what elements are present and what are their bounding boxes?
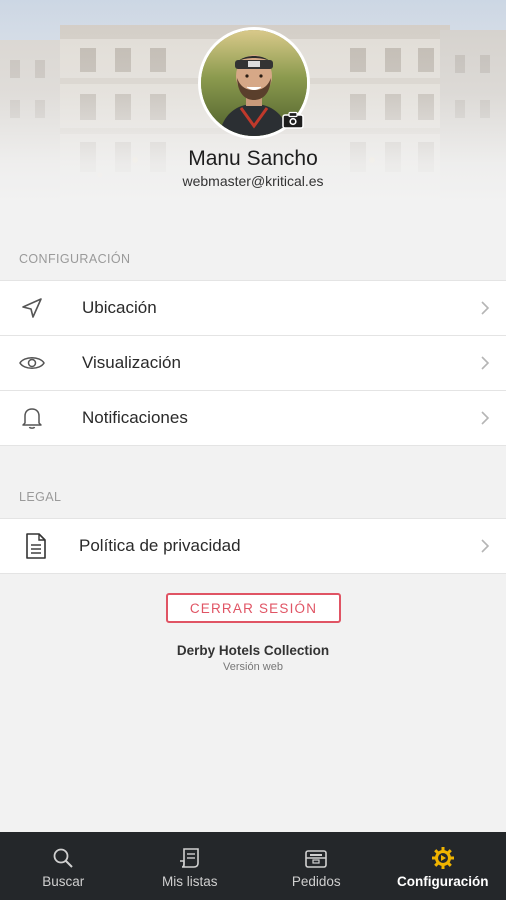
divider [0, 445, 506, 446]
avatar-container [198, 27, 310, 139]
divider [0, 573, 506, 574]
chevron-right-icon [478, 354, 492, 372]
section-title-legal: LEGAL [19, 490, 62, 504]
nav-item-label: Mis listas [161, 874, 218, 889]
chevron-right-icon [478, 537, 492, 555]
nav-item-configuracion[interactable]: Configuración [380, 832, 506, 900]
bottom-navigation: Buscar Mis listas Pedidos Configuración [0, 832, 506, 900]
settings-item-visualizacion[interactable]: Visualización [0, 336, 506, 390]
user-name: Manu Sancho [188, 147, 318, 170]
document-icon [23, 533, 49, 559]
user-email: webmaster@kritical.es [182, 173, 324, 189]
version-label: Versión web [223, 661, 283, 673]
nav-item-label: Configuración [397, 874, 489, 889]
brand-name: Derby Hotels Collection [176, 643, 330, 658]
profile-header: Manu Sancho webmaster@kritical.es [0, 0, 506, 205]
legal-item-label: Política de privacidad [79, 536, 241, 555]
nav-item-mis-listas[interactable]: Mis listas [127, 832, 254, 900]
gear-icon [431, 846, 455, 870]
eye-icon [19, 350, 45, 376]
bell-icon [19, 405, 45, 431]
camera-icon [282, 111, 304, 129]
chevron-right-icon [478, 299, 492, 317]
inbox-icon [304, 846, 328, 870]
list-icon [178, 846, 202, 870]
nav-item-buscar[interactable]: Buscar [0, 832, 127, 900]
settings-item-notificaciones[interactable]: Notificaciones [0, 391, 506, 445]
location-arrow-icon [19, 295, 45, 321]
settings-item-label: Visualización [82, 353, 181, 372]
search-icon [51, 846, 75, 870]
logout-button[interactable]: CERRAR SESIÓN [166, 593, 341, 623]
settings-item-ubicacion[interactable]: Ubicación [0, 281, 506, 335]
nav-item-pedidos[interactable]: Pedidos [253, 832, 380, 900]
section-title-configuracion: CONFIGURACIÓN [19, 252, 131, 266]
chevron-right-icon [478, 409, 492, 427]
legal-item-privacidad[interactable]: Política de privacidad [0, 519, 506, 573]
nav-item-label: Buscar [42, 874, 85, 889]
nav-item-label: Pedidos [291, 874, 341, 889]
settings-item-label: Notificaciones [82, 408, 188, 427]
change-photo-button[interactable] [280, 109, 306, 131]
settings-item-label: Ubicación [82, 298, 157, 317]
